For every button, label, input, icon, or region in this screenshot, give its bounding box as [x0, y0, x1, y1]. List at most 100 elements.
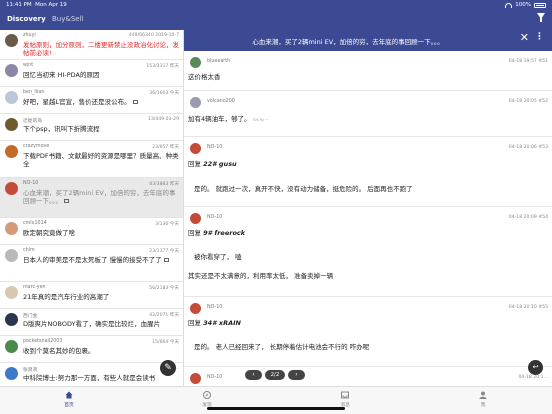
quote-link[interactable]: 34# xRAIN — [203, 319, 241, 327]
post: NO-10 04-18 20:1... — [184, 367, 552, 386]
list-item[interactable]: 西门金 42/2071 昨天 D版爽片NOBODY看了，确实是比较烂，血腥片 — [0, 309, 183, 336]
thread-title: 下个psp，讯叫下折腾流程 — [23, 125, 100, 133]
post-author[interactable]: volcano200 — [207, 99, 235, 104]
filter-icon[interactable] — [537, 13, 545, 22]
thread-title: 21年真的是汽车行业的高潮了 — [23, 293, 110, 301]
thread-author: 迁徙的鸟 — [23, 119, 43, 124]
compose-button[interactable]: ✎ — [160, 360, 176, 376]
avatar — [5, 34, 18, 47]
thread-author: marc-yen — [23, 285, 46, 290]
avatar — [5, 182, 18, 195]
tab-discovery[interactable]: Discovery — [7, 15, 46, 23]
battery-percent: 100% — [515, 2, 531, 8]
thread-meta: 83/3883 昨天 — [149, 182, 179, 187]
post-author[interactable]: blueearth — [207, 59, 230, 64]
post-meta: 04-18 20:09 #54 — [508, 215, 548, 220]
post-body: 加有4辆油车，够了。 iOS fly ~ — [188, 115, 269, 123]
post-author[interactable]: NO-10 — [207, 375, 222, 380]
thread-meta: 23/957 昨天 — [152, 145, 179, 150]
post: NO-10 04-18 20:06 #53 回复 22# gusu 是的。 就跑… — [184, 137, 552, 207]
avatar — [5, 64, 18, 77]
post-body: 是的。 就跑过一次，真开不快，没有动力储备，挺危险的。 后面再也不跑了 — [194, 185, 413, 193]
avatar — [5, 367, 18, 380]
thread-author: wjnt — [23, 63, 34, 68]
thread-author: crazymove — [23, 144, 50, 149]
status-time: 11:41 PM Mon Apr 19 — [6, 2, 67, 8]
post-meta: 04-18 20:06 #53 — [508, 145, 548, 150]
thread-title: 日本人的审美是不是太死板了 慢慢的接受不了了 — [23, 256, 179, 264]
list-item[interactable]: wjnt 153/3317 昨天 回忆当初来 HI-PDA的原因 — [0, 60, 183, 87]
post-author[interactable]: NO-10 — [207, 215, 222, 220]
quote-link[interactable]: 9# freerock — [203, 229, 245, 237]
thread-meta: 449/66340 2019-10-7 — [128, 33, 179, 38]
thread-meta: 23/1377 今天 — [149, 249, 179, 254]
avatar — [190, 303, 201, 314]
post-author[interactable]: NO-10 — [207, 305, 222, 310]
thread-title: 欧定朝究竟做了啥 — [23, 229, 75, 237]
pencil-icon: ✎ — [164, 363, 172, 373]
thread-author: 西门金 — [23, 314, 38, 319]
thread-title: 收到个莫名其妙的包裹。 — [23, 347, 95, 355]
thread-author: pocketsnail2003 — [23, 339, 63, 344]
image-icon — [132, 100, 138, 104]
thread-title: 发帖原则，加分原则，二楼更新禁止没政治化讨论，发帖前必读! — [23, 41, 179, 57]
more-menu-icon[interactable]: ⋮ — [535, 32, 544, 43]
thread-header: 心血来潮，买了2辆mini EV，加倍的穷，去年底的事回顾一下。。。 ✕ ⋮ — [184, 10, 552, 51]
avatar — [5, 118, 18, 131]
post-author[interactable]: NO-10 — [207, 145, 222, 150]
thread-author: cmlx1014 — [23, 221, 47, 226]
thread-title: 中科院博士:努力那一方面，有些人就是会读书 — [23, 374, 156, 382]
thread-author: ben_lilan — [23, 90, 45, 95]
list-item[interactable]: crazymove 23/957 昨天 下载PDF书籍、文献最好的资源是哪里？质… — [0, 141, 183, 178]
tab-buysell[interactable]: Buy&Sell — [52, 15, 83, 23]
quote-link[interactable]: 22# gusu — [203, 160, 237, 168]
post-meta: 04-18 20:10 #55 — [508, 305, 548, 310]
close-button[interactable]: ✕ — [520, 32, 529, 43]
wifi-icon — [505, 2, 513, 8]
prev-page-button[interactable]: ‹ — [245, 370, 262, 380]
status-bar: 11:41 PM Mon Apr 19 100% — [0, 0, 552, 10]
post-quote-line: 回复 22# gusu — [188, 160, 237, 168]
post: NO-10 04-18 20:09 #54 回复 9# freerock 被你看… — [184, 207, 552, 297]
thread-author: NO-10 — [23, 181, 39, 186]
post-body-extra: 其实还是不太满意的，利用率太低， 准备卖掉一辆 — [188, 272, 334, 280]
tab-discover[interactable]: 发现 — [187, 391, 227, 408]
top-nav: Discovery Buy&Sell — [0, 10, 184, 30]
thread-meta: 3/136 今天 — [155, 222, 179, 227]
home-icon — [65, 391, 73, 399]
list-item[interactable]: cmlx1014 3/136 今天 欧定朝究竟做了啥 — [0, 218, 183, 245]
avatar — [5, 340, 18, 353]
reply-button[interactable]: ↩ — [528, 360, 543, 375]
list-item[interactable]: pocketsnail2003 15/664 今天 收到个莫名其妙的包裹。 — [0, 336, 183, 363]
list-item[interactable]: zhuyi 449/66340 2019-10-7 发帖原则，加分原则，二楼更新… — [0, 30, 183, 60]
home-indicator — [207, 407, 345, 410]
thread-title: 心血来潮，买了2辆mini EV，加倍的穷，去年底的事回顾一下。。。 — [252, 38, 444, 46]
list-item[interactable]: chim 23/1377 今天 日本人的审美是不是太死板了 慢慢的接受不了了 — [0, 245, 183, 282]
list-item[interactable]: 张浪浪 30/15... 中科院博士:努力那一方面，有些人就是会读书 — [0, 363, 183, 386]
avatar — [190, 57, 201, 68]
avatar — [190, 97, 201, 108]
thread-title: 心血来潮，买了2辆mini EV，加倍的穷，去年底的事回顾一下。。。 — [23, 189, 176, 205]
list-item[interactable]: 迁徙的鸟 13/449 03-29 下个psp，讯叫下折腾流程 — [0, 114, 183, 141]
thread-title: 回忆当初来 HI-PDA的原因 — [23, 71, 100, 79]
list-item[interactable]: marc-yen 56/2183 今天 21年真的是汽车行业的高潮了 — [0, 282, 183, 309]
thread-meta: 13/449 03-29 — [148, 117, 179, 122]
list-item[interactable]: ben_lilan 36/1603 今天 好吧，星越L官宣，售价还是没公布。 — [0, 87, 183, 114]
thread-meta: 153/3317 昨天 — [146, 64, 179, 69]
tab-me[interactable]: 我 — [463, 391, 503, 408]
post: volcano200 04-18 20:05 #52 加有4辆油车，够了。 iO… — [184, 91, 552, 137]
avatar — [5, 145, 18, 158]
reply-icon: ↩ — [532, 363, 539, 371]
post-signature: iOS fly ~ — [252, 118, 269, 122]
battery-icon — [534, 2, 546, 8]
next-page-button[interactable]: › — [288, 370, 305, 380]
pager: ‹ 2/2 › — [245, 370, 305, 380]
thread-title: D版爽片NOBODY看了，确实是比较烂，血腥片 — [23, 320, 161, 328]
tab-messages[interactable]: 消息 — [325, 391, 365, 408]
thread-meta: 15/664 今天 — [152, 340, 179, 345]
avatar — [5, 249, 18, 262]
person-icon — [479, 391, 487, 399]
list-item-selected[interactable]: NO-10 83/3883 昨天 心血来潮，买了2辆mini EV，加倍的穷，去… — [0, 178, 183, 218]
page-indicator[interactable]: 2/2 — [265, 370, 285, 380]
tab-home[interactable]: 首页 — [49, 391, 89, 408]
